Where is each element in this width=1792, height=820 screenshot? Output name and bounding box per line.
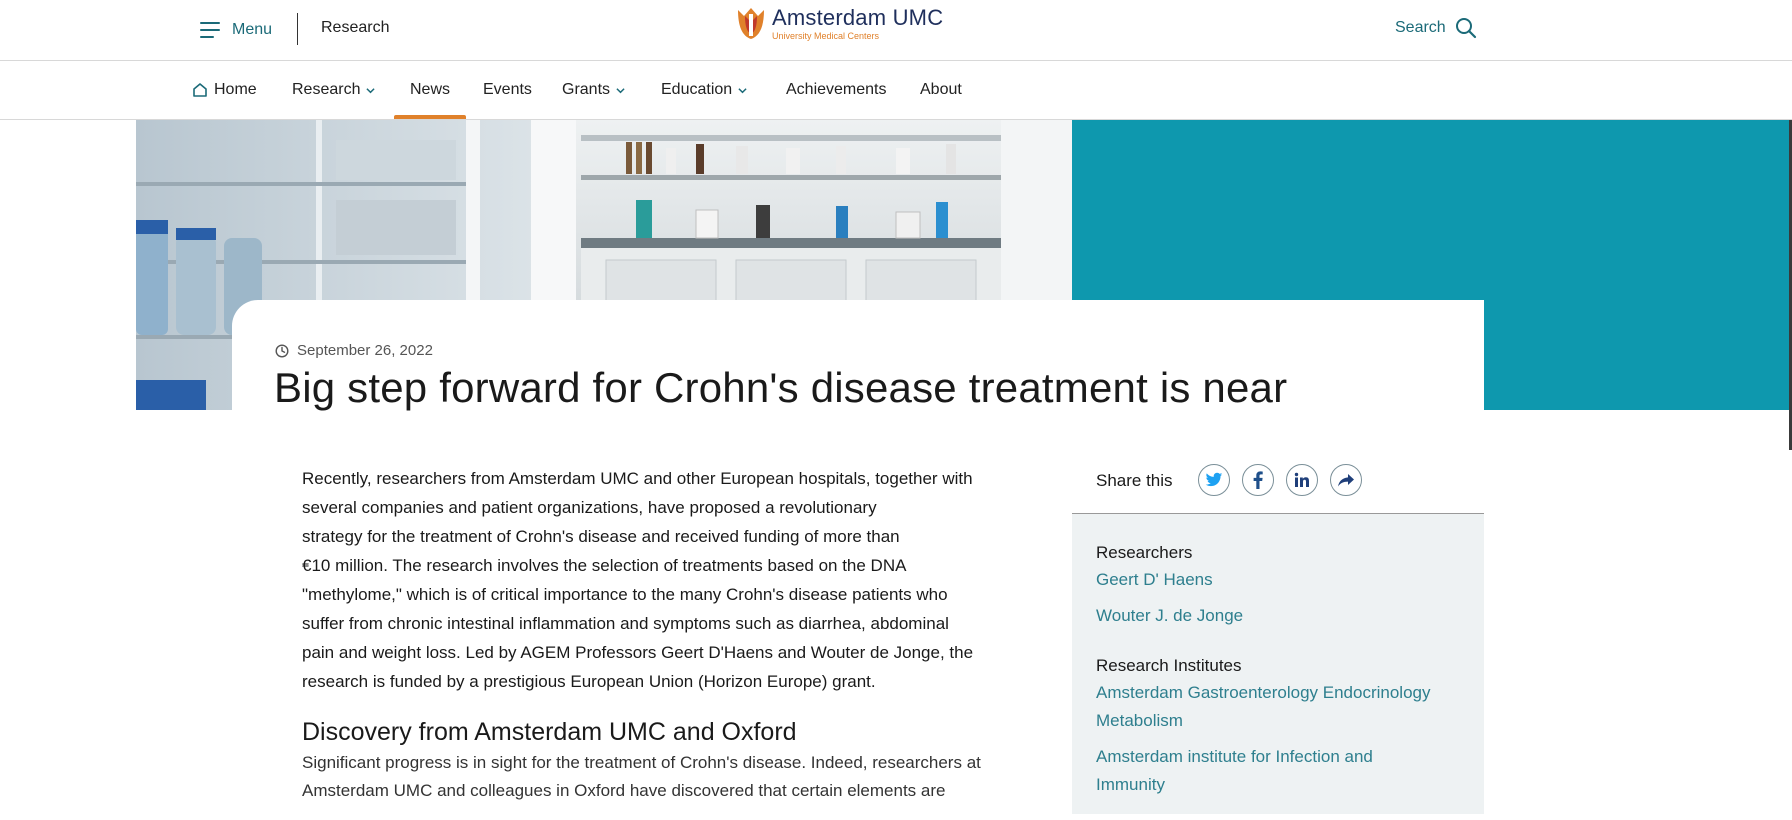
nav-news-label: News (410, 81, 451, 98)
header-divider (297, 13, 298, 45)
nav-grants-label: Grants (562, 81, 611, 98)
institute-link-line: Amsterdam institute for Infection and (1096, 747, 1373, 766)
chevron-down-icon (616, 87, 625, 93)
researchers-heading: Researchers (1096, 543, 1193, 562)
top-header: Menu Research Amsterdam UMC University M… (0, 0, 1792, 61)
article-title: Big step forward for Crohn's disease tre… (274, 364, 1288, 411)
menu-button[interactable]: Menu (200, 16, 272, 44)
nav-research[interactable]: Research (292, 61, 376, 119)
chevron-down-icon (738, 87, 747, 93)
nav-research-label: Research (292, 81, 361, 98)
article-sidebar: Researchers Geert D' Haens Wouter J. de … (1072, 514, 1484, 814)
linkedin-icon (1294, 472, 1309, 487)
body-line: Amsterdam UMC and colleagues in Oxford h… (302, 781, 946, 800)
nav-news[interactable]: News (393, 61, 467, 119)
researcher-link[interactable]: Geert D' Haens (1096, 566, 1466, 594)
hamburger-icon (200, 22, 222, 38)
article-date-text: September 26, 2022 (297, 342, 433, 359)
search-label: Search (1395, 19, 1446, 36)
intro-line: research is funded by a prestigious Euro… (302, 672, 876, 691)
nav-events[interactable]: Events (483, 61, 532, 119)
intro-line: €10 million. The research involves the s… (302, 556, 907, 575)
twitter-icon (1205, 472, 1223, 487)
tulip-logo-icon (738, 8, 764, 39)
intro-line: several companies and patient organizati… (302, 498, 877, 517)
nav-achievements[interactable]: Achievements (786, 61, 887, 119)
share-linkedin-button[interactable] (1286, 464, 1318, 496)
intro-line: Recently, researchers from Amsterdam UMC… (302, 469, 973, 488)
chevron-down-icon (366, 87, 376, 93)
institute-link-line: Immunity (1096, 775, 1165, 794)
institute-link-line: Metabolism (1096, 711, 1183, 730)
section-link-research[interactable]: Research (321, 19, 389, 37)
search-button[interactable]: Search (1395, 17, 1477, 39)
institute-link-line: Amsterdam Gastroenterology Endocrinology (1096, 683, 1431, 702)
main-nav: Home Research News Events Grants Educati… (0, 61, 1792, 120)
nav-achievements-label: Achievements (786, 81, 887, 98)
article-date: September 26, 2022 (275, 342, 433, 359)
body-line: Significant progress is in sight for the… (302, 753, 981, 772)
search-icon (1455, 18, 1476, 39)
nav-grants[interactable]: Grants (562, 61, 625, 119)
intro-line: pain and weight loss. Led by AGEM Profes… (302, 643, 974, 662)
article-body: Significant progress is in sight for the… (302, 749, 1042, 805)
amsterdam-umc-logo[interactable]: Amsterdam UMC University Medical Centers (736, 6, 943, 42)
intro-line: "methylome," which is of critical import… (302, 585, 948, 604)
researcher-link[interactable]: Wouter J. de Jonge (1096, 602, 1466, 630)
institute-link[interactable]: Amsterdam Gastroenterology Endocrinology… (1096, 679, 1466, 735)
nav-about[interactable]: About (920, 61, 962, 119)
nav-home-label: Home (214, 81, 257, 98)
nav-home[interactable]: Home (192, 61, 257, 119)
clock-icon (275, 343, 289, 358)
share-twitter-button[interactable] (1198, 464, 1230, 496)
nav-education-label: Education (661, 81, 733, 98)
logo-subtitle: University Medical Centers (772, 31, 880, 41)
nav-about-label: About (920, 81, 962, 98)
intro-line: strategy for the treatment of Crohn's di… (302, 527, 900, 546)
share-label: Share this (1096, 471, 1173, 490)
article-subheading: Discovery from Amsterdam UMC and Oxford (302, 718, 797, 746)
menu-label: Menu (232, 21, 273, 38)
share-bar: Share this (1072, 460, 1484, 514)
nav-events-label: Events (483, 81, 532, 98)
logo-name: Amsterdam UMC (772, 5, 944, 30)
institutes-heading: Research Institutes (1096, 656, 1242, 675)
article-intro: Recently, researchers from Amsterdam UMC… (302, 464, 1042, 696)
share-icon (1338, 474, 1354, 487)
home-icon (193, 83, 207, 97)
facebook-icon (1253, 471, 1263, 489)
intro-line: suffer from chronic intestinal inflammat… (302, 614, 949, 633)
institute-link[interactable]: Amsterdam institute for Infection and Im… (1096, 743, 1466, 799)
share-facebook-button[interactable] (1242, 464, 1274, 496)
nav-education[interactable]: Education (661, 61, 747, 119)
share-more-button[interactable] (1330, 464, 1362, 496)
